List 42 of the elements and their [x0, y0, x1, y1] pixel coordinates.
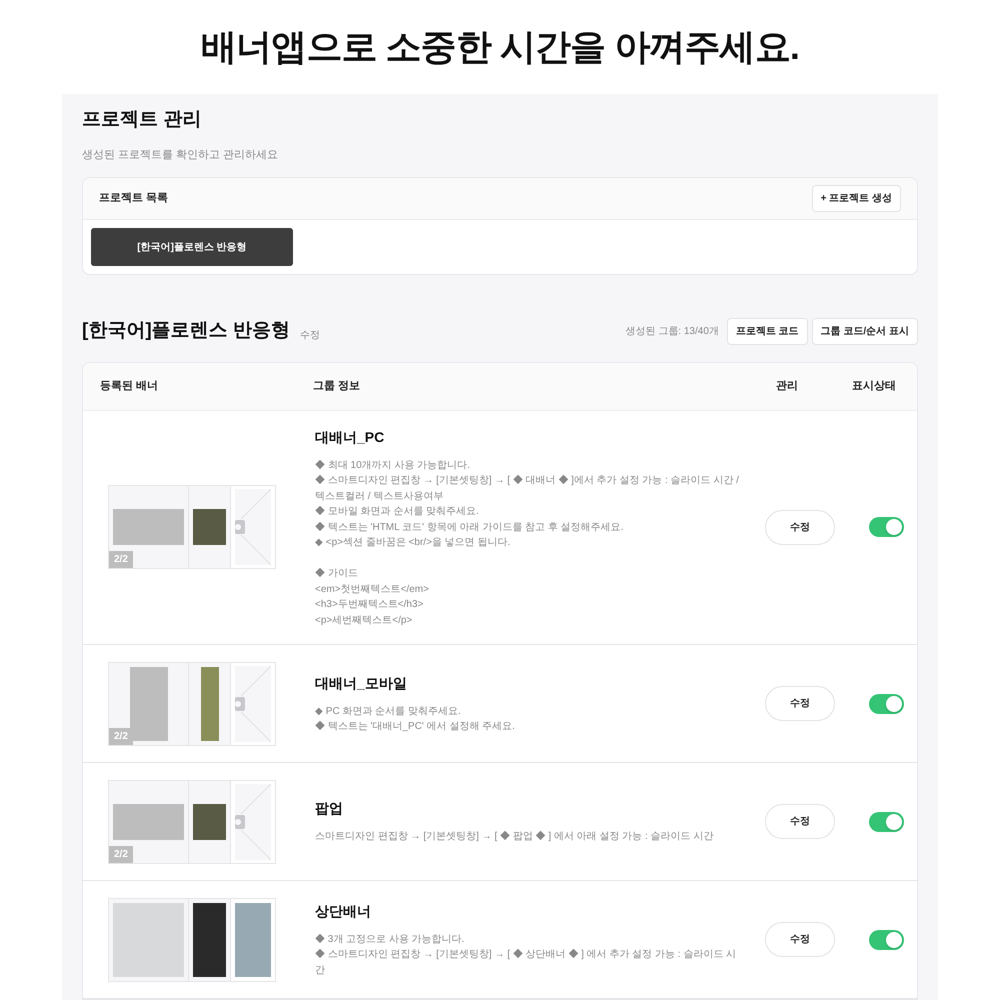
empty-slot-icon: [235, 784, 271, 860]
display-toggle[interactable]: [868, 517, 904, 538]
column-header: 등록된 배너: [100, 378, 160, 394]
headline: 배너앱으로 소중한 시간을 아껴주세요.: [200, 25, 799, 69]
slide-counter: 2/2: [109, 728, 133, 744]
project-tab[interactable]: [한국어]플로렌스 반응형: [91, 228, 293, 266]
group-description: 스마트디자인 편집창 → [기본셋팅창] → [ ◆ 팝업 ◆ ] 에서 아래 설정 가능 : 슬라이드 시간: [315, 830, 714, 844]
code-button[interactable]: 그룹 코드/순서 표시: [812, 318, 918, 345]
group-name: 상단배너: [315, 902, 372, 921]
group-name: 대배너_PC: [315, 428, 386, 446]
group-description: ◆ 가이드 <em>첫번째텍스트</em> <h3>두번째텍스트</h3> <p>세번째텍스트</p>: [315, 567, 430, 628]
group-count: 생성된 그룹: 13/40개: [626, 324, 719, 339]
group-name: 팝업: [315, 799, 344, 818]
edit-button[interactable]: 수정: [765, 922, 835, 957]
slide-counter: 2/2: [109, 846, 133, 862]
column-header: 표시상태: [852, 378, 896, 394]
photo-placeholder: [193, 509, 226, 546]
group-description: ◆ 3개 고정으로 사용 가능합니다. ◆ 스마트디자인 편집창 → [기본셋팅창] → [ ◆ 상단배너 ◆ ] 에서 추가 설정 가능 : 슬라이드 시간: [315, 932, 738, 978]
create-project-button[interactable]: + 프로젝트 생성: [812, 185, 901, 212]
photo-placeholder: [193, 804, 226, 840]
column-header: 관리: [776, 378, 799, 394]
page-title: 프로젝트 관리: [82, 108, 202, 132]
page-subtitle: 생성된 프로젝트를 확인하고 관리하세요: [82, 148, 280, 162]
edit-button[interactable]: 수정: [765, 686, 835, 721]
edit-button[interactable]: 수정: [765, 804, 835, 839]
card-title: 프로젝트 목록: [99, 191, 168, 206]
empty-slot-icon: [235, 489, 271, 566]
banner-thumbnail[interactable]: [108, 898, 276, 982]
group-description: ◆ 최대 10개까지 사용 가능합니다. ◆ 스마트디자인 편집창 → [기본셋팅창] → [ ◆ 대배너 ◆ ]에서 추가 설정 가능 : 슬라이드 시간 / 텍스트컬러 / 텍스트사용여부 ◆ 모바일 화면과 순서를 맞춰주세요. ◆ 텍스트는 'HTML 코드' 항목에 아래 가이드를 참고 후 설정해주세요. ◆ <p>섹션 줄바꿈은 <br/>을 넣으면 됩니다.: [315, 458, 740, 550]
project-title: [한국어]플로렌스 반응형: [82, 319, 290, 343]
group-description: ◆ PC 화면과 순서를 맞춰주세요. ◆ 텍스트는 '대배너_PC' 에서 설정해 주세요.: [315, 704, 516, 734]
column-header: 그룹 정보: [313, 378, 362, 394]
code-button[interactable]: 프로젝트 코드: [726, 318, 808, 345]
display-toggle[interactable]: [868, 694, 904, 714]
photo-placeholder: [113, 804, 184, 840]
group-name: 대배너_모바일: [315, 674, 408, 692]
display-toggle[interactable]: [868, 812, 904, 832]
empty-slot-icon: [235, 666, 271, 742]
slide-counter: 2/2: [109, 551, 133, 568]
photo-placeholder: [113, 509, 184, 546]
display-toggle[interactable]: [868, 930, 904, 950]
edit-button[interactable]: 수정: [765, 510, 835, 545]
